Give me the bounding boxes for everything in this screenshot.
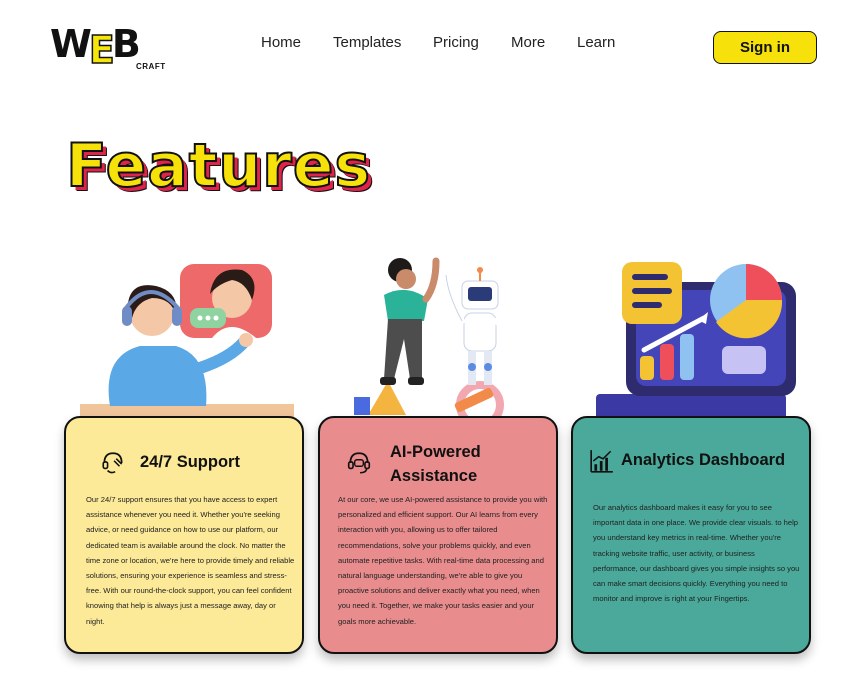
logo-word: WEB [50, 22, 141, 72]
logo-subtitle: CRAFT [136, 62, 166, 71]
feature-title: AI-Powered Assistance [390, 443, 481, 485]
sign-in-button[interactable]: Sign in [713, 31, 817, 64]
nav-pricing[interactable]: Pricing [433, 34, 479, 51]
ai-robot-illustration [354, 257, 515, 420]
support-agent-illustration [80, 264, 294, 418]
feature-description: Our 24/7 support ensures that you have a… [86, 495, 295, 626]
feature-title: 24/7 Support [140, 453, 240, 471]
page-title: Features [65, 130, 372, 202]
feature-card-support: 24/7 Support Our 24/7 support ensures th… [64, 416, 304, 654]
feature-card-ai: AI-Powered Assistance At our core, we us… [318, 416, 558, 654]
brand-logo[interactable]: WEB CRAFT [50, 24, 170, 76]
analytics-chart-icon [590, 450, 613, 473]
nav-home[interactable]: Home [261, 34, 301, 51]
nav-learn[interactable]: Learn [577, 34, 615, 51]
feature-description: Our analytics dashboard makes it easy fo… [593, 503, 800, 604]
nav-templates[interactable]: Templates [333, 34, 401, 51]
headset-chat-icon [347, 452, 371, 474]
feature-title: Analytics Dashboard [621, 451, 786, 469]
feature-card-analytics: Analytics Dashboard Our analytics dashbo… [571, 416, 811, 654]
feature-description: At our core, we use AI-powered assistanc… [338, 495, 548, 626]
analytics-board-illustration [596, 262, 796, 420]
support-agent-icon [102, 452, 123, 474]
nav-more[interactable]: More [511, 34, 545, 51]
